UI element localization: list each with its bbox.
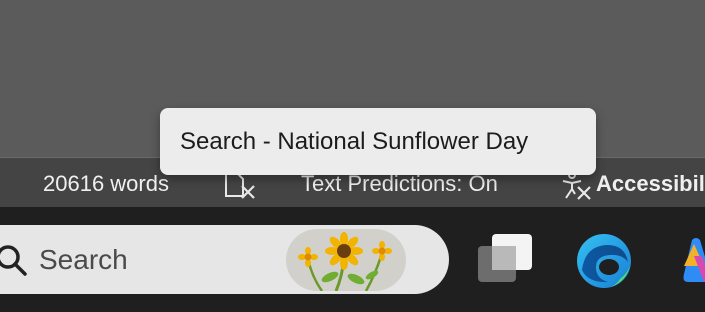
task-view-icon[interactable] bbox=[476, 232, 534, 286]
tooltip-text: Search - National Sunflower Day bbox=[180, 127, 529, 155]
edge-icon[interactable] bbox=[575, 232, 633, 290]
accessibility-status[interactable]: Accessibility bbox=[596, 171, 705, 197]
tooltip: Search - National Sunflower Day bbox=[160, 108, 596, 175]
word-count[interactable]: 20616 words bbox=[43, 171, 169, 197]
search-placeholder: Search bbox=[39, 244, 128, 275]
screen: 20616 words Text Predictions: On Accessi… bbox=[0, 0, 705, 312]
copilot-icon[interactable] bbox=[680, 236, 705, 286]
sunflower-doodle-icon[interactable] bbox=[286, 229, 406, 291]
search-icon bbox=[0, 245, 27, 276]
taskbar-search-box[interactable]: Search bbox=[0, 225, 449, 294]
